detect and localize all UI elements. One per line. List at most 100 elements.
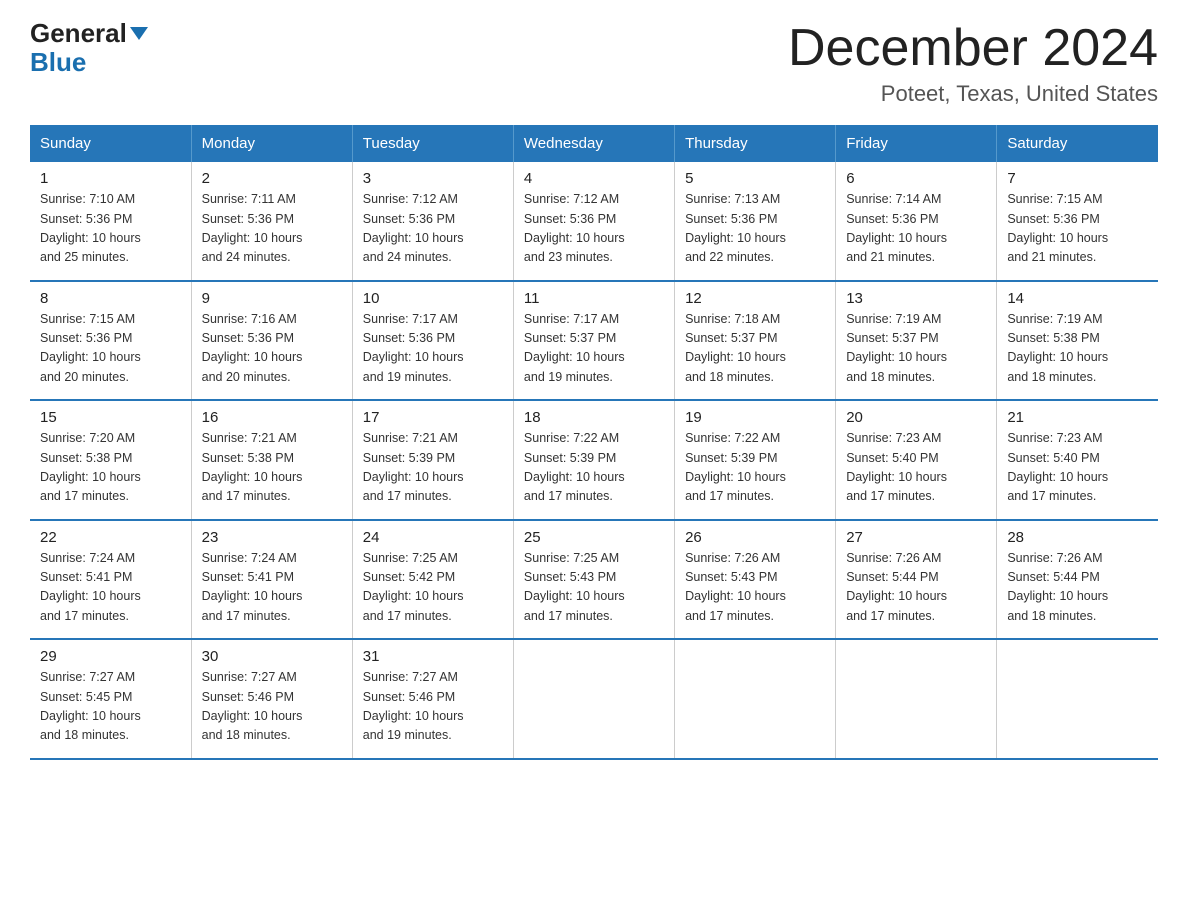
day-info: Sunrise: 7:27 AMSunset: 5:45 PMDaylight:… [40,668,181,746]
col-friday: Friday [836,125,997,162]
logo-general-text: General [30,18,148,48]
day-info: Sunrise: 7:15 AMSunset: 5:36 PMDaylight:… [1007,190,1148,268]
header-row: Sunday Monday Tuesday Wednesday Thursday… [30,125,1158,162]
day-info: Sunrise: 7:12 AMSunset: 5:36 PMDaylight:… [524,190,664,268]
day-info: Sunrise: 7:26 AMSunset: 5:44 PMDaylight:… [1007,549,1148,627]
calendar-week-4: 22 Sunrise: 7:24 AMSunset: 5:41 PMDaylig… [30,520,1158,640]
calendar-cell: 14 Sunrise: 7:19 AMSunset: 5:38 PMDaylig… [997,281,1158,401]
calendar-week-2: 8 Sunrise: 7:15 AMSunset: 5:36 PMDayligh… [30,281,1158,401]
day-number: 9 [202,290,342,307]
calendar-cell: 10 Sunrise: 7:17 AMSunset: 5:36 PMDaylig… [352,281,513,401]
page-header: General Blue December 2024 Poteet, Texas… [30,20,1158,107]
calendar-cell: 27 Sunrise: 7:26 AMSunset: 5:44 PMDaylig… [836,520,997,640]
calendar-week-5: 29 Sunrise: 7:27 AMSunset: 5:45 PMDaylig… [30,639,1158,759]
day-number: 18 [524,409,664,426]
calendar-cell: 9 Sunrise: 7:16 AMSunset: 5:36 PMDayligh… [191,281,352,401]
calendar-header: Sunday Monday Tuesday Wednesday Thursday… [30,125,1158,162]
calendar-cell [513,639,674,759]
calendar-cell: 22 Sunrise: 7:24 AMSunset: 5:41 PMDaylig… [30,520,191,640]
day-number: 27 [846,529,986,546]
day-info: Sunrise: 7:15 AMSunset: 5:36 PMDaylight:… [40,310,181,388]
calendar-cell: 13 Sunrise: 7:19 AMSunset: 5:37 PMDaylig… [836,281,997,401]
day-number: 30 [202,648,342,665]
calendar-cell: 3 Sunrise: 7:12 AMSunset: 5:36 PMDayligh… [352,162,513,281]
calendar-cell: 5 Sunrise: 7:13 AMSunset: 5:36 PMDayligh… [675,162,836,281]
col-saturday: Saturday [997,125,1158,162]
day-info: Sunrise: 7:21 AMSunset: 5:39 PMDaylight:… [363,429,503,507]
day-number: 2 [202,170,342,187]
day-number: 17 [363,409,503,426]
day-number: 8 [40,290,181,307]
day-number: 6 [846,170,986,187]
calendar-cell: 12 Sunrise: 7:18 AMSunset: 5:37 PMDaylig… [675,281,836,401]
logo-general-line: General [30,20,148,47]
calendar-body: 1 Sunrise: 7:10 AMSunset: 5:36 PMDayligh… [30,162,1158,759]
day-info: Sunrise: 7:24 AMSunset: 5:41 PMDaylight:… [40,549,181,627]
day-info: Sunrise: 7:11 AMSunset: 5:36 PMDaylight:… [202,190,342,268]
calendar-cell: 23 Sunrise: 7:24 AMSunset: 5:41 PMDaylig… [191,520,352,640]
col-wednesday: Wednesday [513,125,674,162]
day-number: 25 [524,529,664,546]
day-info: Sunrise: 7:10 AMSunset: 5:36 PMDaylight:… [40,190,181,268]
day-info: Sunrise: 7:22 AMSunset: 5:39 PMDaylight:… [524,429,664,507]
day-number: 15 [40,409,181,426]
day-number: 20 [846,409,986,426]
calendar-cell: 8 Sunrise: 7:15 AMSunset: 5:36 PMDayligh… [30,281,191,401]
calendar-cell: 11 Sunrise: 7:17 AMSunset: 5:37 PMDaylig… [513,281,674,401]
calendar-cell: 19 Sunrise: 7:22 AMSunset: 5:39 PMDaylig… [675,400,836,520]
calendar-cell: 7 Sunrise: 7:15 AMSunset: 5:36 PMDayligh… [997,162,1158,281]
day-info: Sunrise: 7:19 AMSunset: 5:38 PMDaylight:… [1007,310,1148,388]
day-info: Sunrise: 7:23 AMSunset: 5:40 PMDaylight:… [846,429,986,507]
day-number: 29 [40,648,181,665]
day-info: Sunrise: 7:24 AMSunset: 5:41 PMDaylight:… [202,549,342,627]
calendar-cell: 25 Sunrise: 7:25 AMSunset: 5:43 PMDaylig… [513,520,674,640]
day-number: 5 [685,170,825,187]
day-info: Sunrise: 7:25 AMSunset: 5:42 PMDaylight:… [363,549,503,627]
day-info: Sunrise: 7:12 AMSunset: 5:36 PMDaylight:… [363,190,503,268]
calendar-cell: 31 Sunrise: 7:27 AMSunset: 5:46 PMDaylig… [352,639,513,759]
location-title: Poteet, Texas, United States [788,81,1158,107]
calendar-cell: 21 Sunrise: 7:23 AMSunset: 5:40 PMDaylig… [997,400,1158,520]
day-number: 26 [685,529,825,546]
month-title: December 2024 [788,20,1158,77]
calendar-cell: 28 Sunrise: 7:26 AMSunset: 5:44 PMDaylig… [997,520,1158,640]
day-number: 28 [1007,529,1148,546]
day-info: Sunrise: 7:27 AMSunset: 5:46 PMDaylight:… [363,668,503,746]
calendar-table: Sunday Monday Tuesday Wednesday Thursday… [30,125,1158,760]
calendar-cell: 26 Sunrise: 7:26 AMSunset: 5:43 PMDaylig… [675,520,836,640]
calendar-cell: 15 Sunrise: 7:20 AMSunset: 5:38 PMDaylig… [30,400,191,520]
day-number: 14 [1007,290,1148,307]
logo: General Blue [30,20,148,78]
day-info: Sunrise: 7:21 AMSunset: 5:38 PMDaylight:… [202,429,342,507]
calendar-cell: 6 Sunrise: 7:14 AMSunset: 5:36 PMDayligh… [836,162,997,281]
day-number: 31 [363,648,503,665]
day-info: Sunrise: 7:14 AMSunset: 5:36 PMDaylight:… [846,190,986,268]
day-number: 22 [40,529,181,546]
calendar-cell [675,639,836,759]
day-info: Sunrise: 7:26 AMSunset: 5:44 PMDaylight:… [846,549,986,627]
day-number: 24 [363,529,503,546]
col-thursday: Thursday [675,125,836,162]
day-info: Sunrise: 7:17 AMSunset: 5:37 PMDaylight:… [524,310,664,388]
col-monday: Monday [191,125,352,162]
day-number: 1 [40,170,181,187]
day-number: 3 [363,170,503,187]
day-number: 10 [363,290,503,307]
day-info: Sunrise: 7:16 AMSunset: 5:36 PMDaylight:… [202,310,342,388]
calendar-cell [997,639,1158,759]
day-info: Sunrise: 7:26 AMSunset: 5:43 PMDaylight:… [685,549,825,627]
day-info: Sunrise: 7:22 AMSunset: 5:39 PMDaylight:… [685,429,825,507]
calendar-cell: 20 Sunrise: 7:23 AMSunset: 5:40 PMDaylig… [836,400,997,520]
calendar-cell: 1 Sunrise: 7:10 AMSunset: 5:36 PMDayligh… [30,162,191,281]
day-number: 23 [202,529,342,546]
col-sunday: Sunday [30,125,191,162]
day-info: Sunrise: 7:23 AMSunset: 5:40 PMDaylight:… [1007,429,1148,507]
day-number: 21 [1007,409,1148,426]
day-info: Sunrise: 7:19 AMSunset: 5:37 PMDaylight:… [846,310,986,388]
title-area: December 2024 Poteet, Texas, United Stat… [788,20,1158,107]
calendar-week-1: 1 Sunrise: 7:10 AMSunset: 5:36 PMDayligh… [30,162,1158,281]
logo-arrow-icon [130,27,148,40]
calendar-cell: 18 Sunrise: 7:22 AMSunset: 5:39 PMDaylig… [513,400,674,520]
day-info: Sunrise: 7:13 AMSunset: 5:36 PMDaylight:… [685,190,825,268]
calendar-cell: 29 Sunrise: 7:27 AMSunset: 5:45 PMDaylig… [30,639,191,759]
